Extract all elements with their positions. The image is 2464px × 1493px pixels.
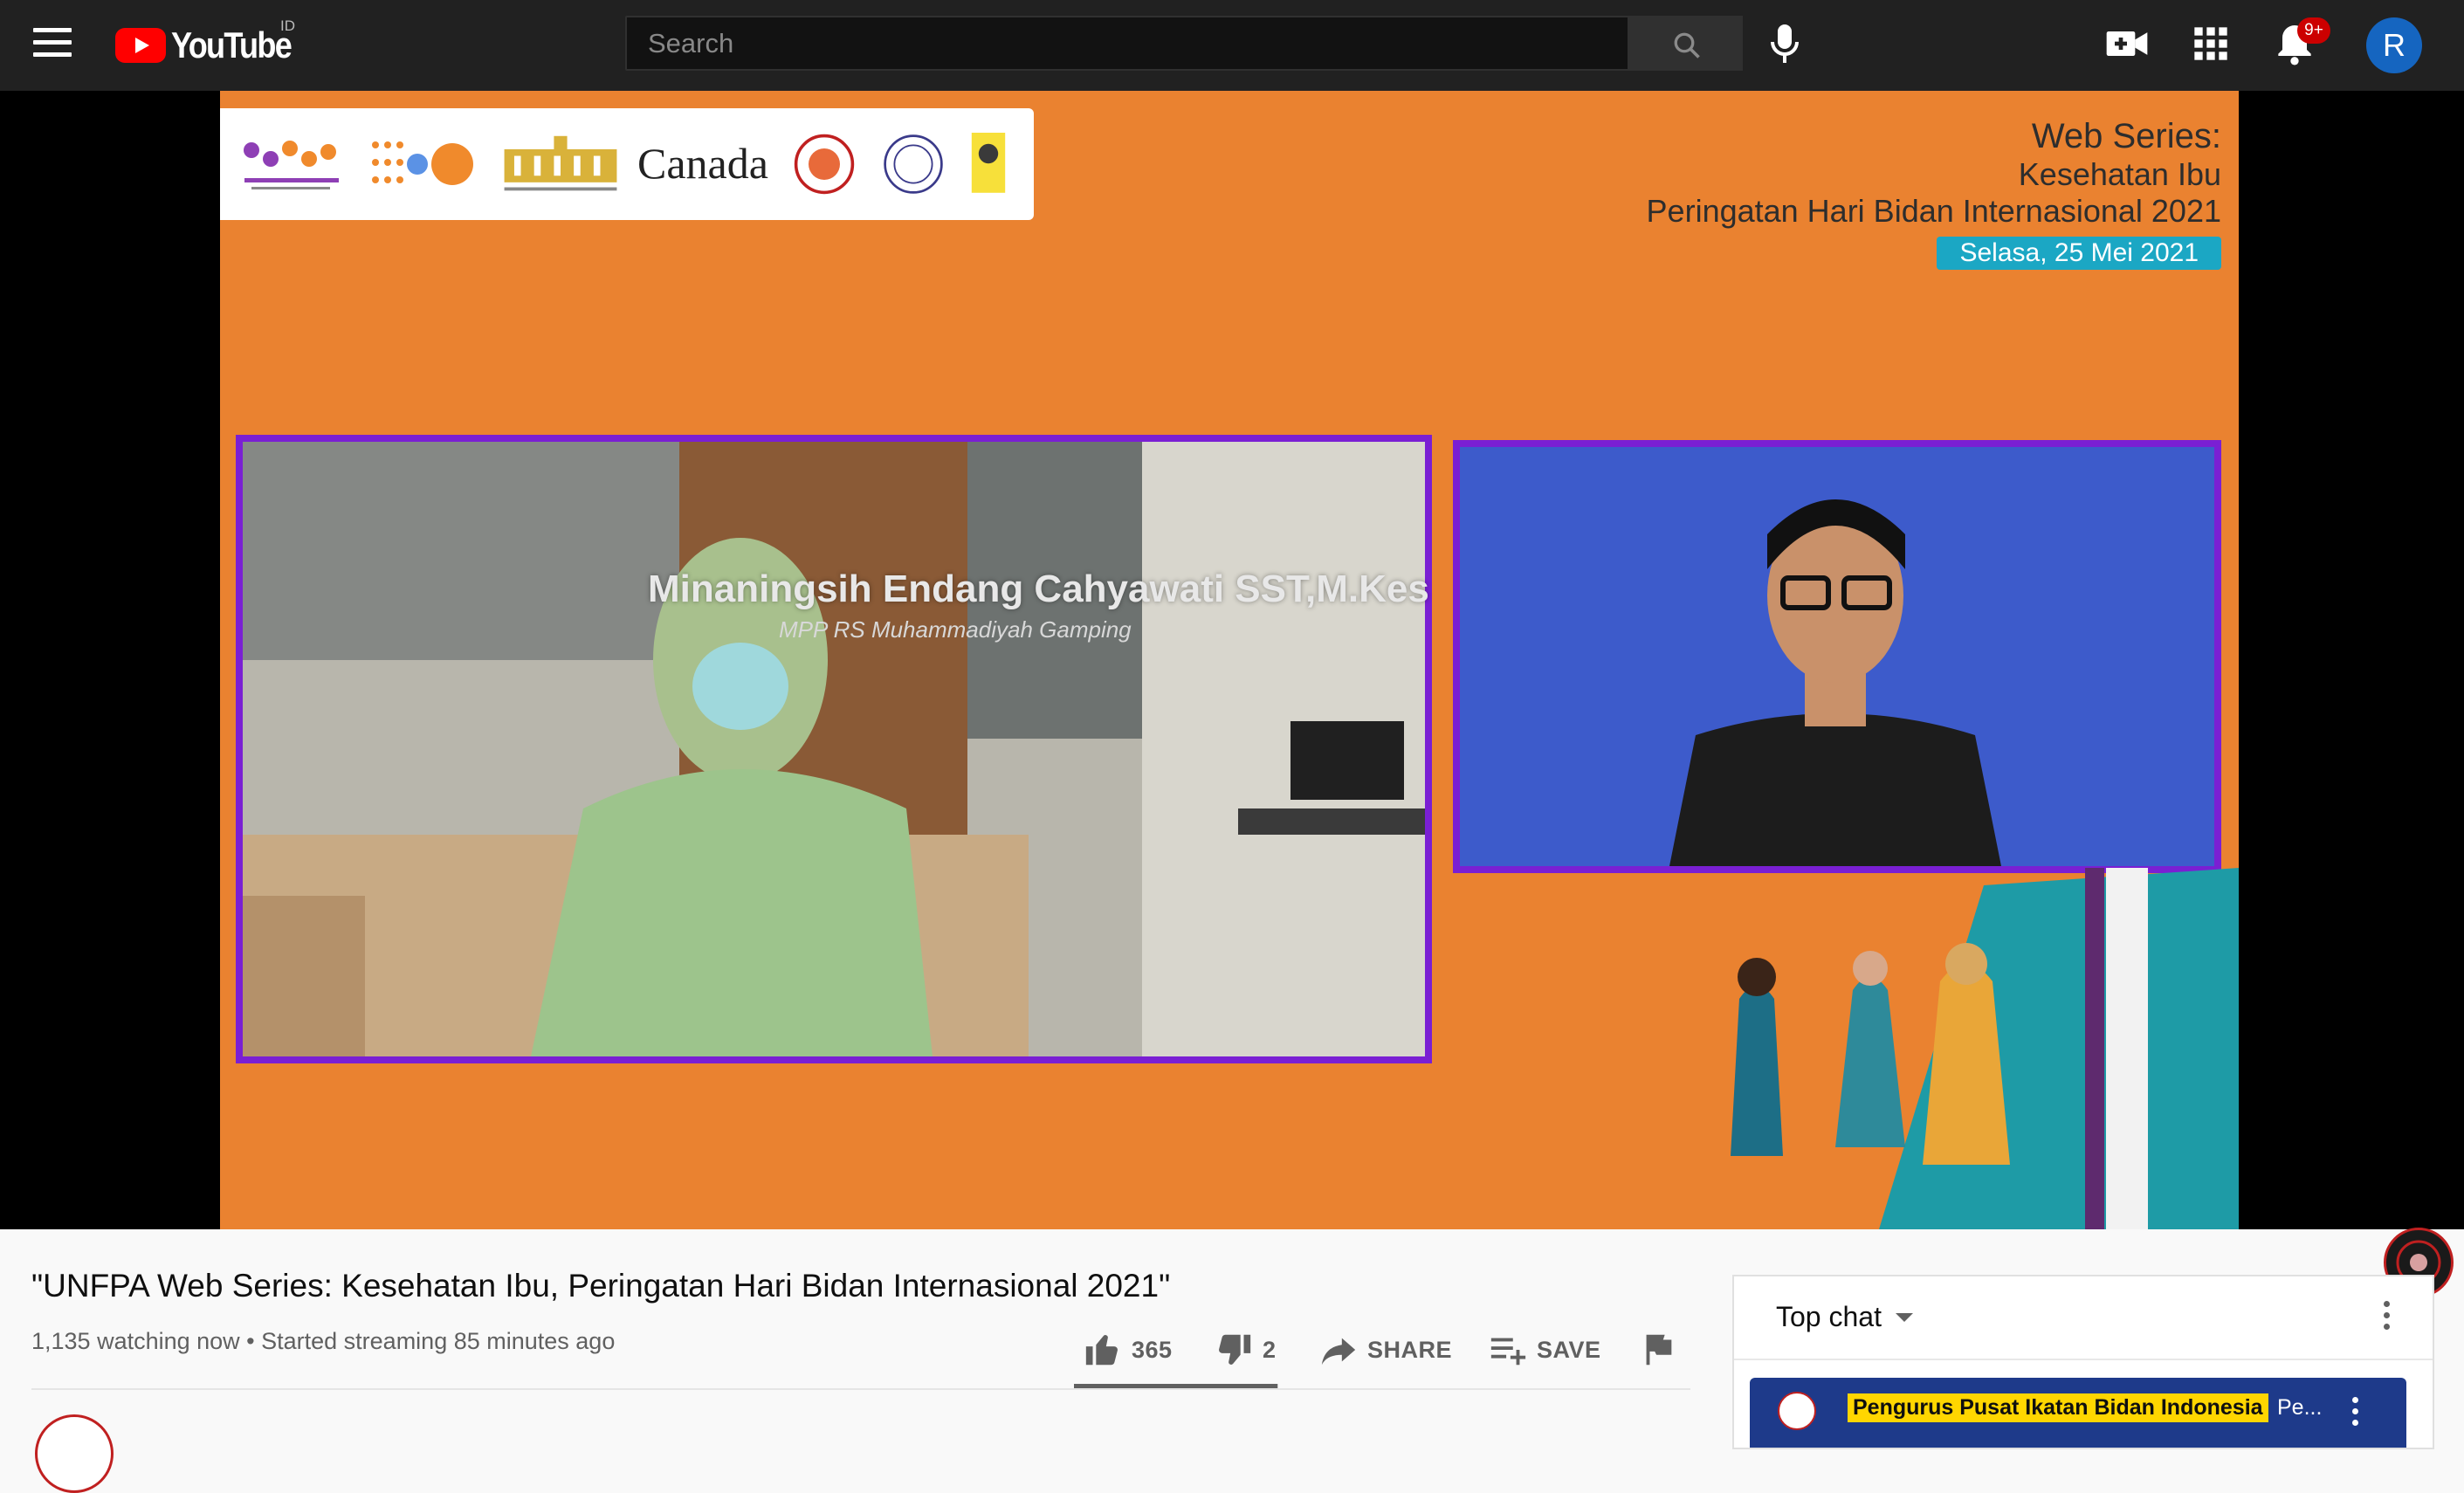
knowledge-hub-logo (244, 141, 339, 189)
apps-button[interactable] (2186, 19, 2235, 68)
thumbs-up-icon (1085, 1335, 1118, 1366)
youtube-play-icon (115, 28, 166, 63)
report-button[interactable] (1638, 1324, 1678, 1376)
video-title: "UNFPA Web Series: Kesehatan Ibu, Pering… (31, 1268, 1171, 1304)
playlist-add-icon (1490, 1338, 1526, 1366)
like-count: 365 (1132, 1336, 1173, 1363)
search-icon (1674, 32, 1700, 58)
series-event: Peringatan Hari Bidan Internasional 2021 (1646, 193, 2221, 229)
dislike-count: 2 (1263, 1336, 1277, 1363)
host-scene (1460, 447, 2214, 866)
speaker-name-caption: Minaningsih Endang Cahyawati SST,M.Kes (648, 568, 1429, 610)
chat-more-options-button[interactable] (2382, 1301, 2391, 1335)
channel-avatar[interactable] (35, 1414, 114, 1493)
logo-text: YouTube (171, 24, 293, 65)
info-divider (31, 1388, 1690, 1390)
host-video-right (1453, 440, 2221, 873)
pinned-message-text: Pe... (2277, 1395, 2323, 1420)
share-arrow-icon (1321, 1338, 1356, 1366)
canada-logo-text: Canada (637, 139, 768, 188)
more-vertical-icon (2383, 1301, 2390, 1307)
web-series-header: Web Series: Kesehatan Ibu Peringatan Har… (1647, 117, 2221, 270)
pinned-more-options-button[interactable] (2350, 1397, 2359, 1431)
speaker-role-caption: MPP RS Muhammadiyah Gamping (779, 616, 1132, 643)
save-label: SAVE (1537, 1336, 1601, 1363)
country-code: ID (280, 17, 295, 34)
midwives-illustration (1731, 868, 2239, 1229)
ibi-seal-logo (794, 134, 855, 195)
notification-count-badge: 9+ (2297, 17, 2330, 44)
speaker-room-scene (243, 442, 1425, 1056)
menu-icon (33, 28, 72, 32)
sponsor-logo-bar: Canada (220, 108, 1034, 220)
live-chat-panel: Top chat Pengurus Pusat Ikatan Bidan Ind… (1732, 1275, 2434, 1449)
share-label: SHARE (1367, 1336, 1453, 1363)
pinned-message-banner[interactable]: Pengurus Pusat Ikatan Bidan Indonesia Pe… (1750, 1378, 2406, 1448)
presidential-staff-office-logo (504, 135, 617, 191)
speaker-video-left (236, 435, 1432, 1063)
thumbs-down-icon (1219, 1334, 1251, 1365)
account-avatar[interactable]: R (2366, 17, 2422, 73)
video-camera-add-icon (2106, 31, 2148, 56)
more-vertical-icon (2351, 1397, 2358, 1403)
dislike-button[interactable]: 2 (1214, 1324, 1277, 1376)
chat-mode-label: Top chat (1776, 1301, 1882, 1332)
academy-seal-logo (884, 134, 943, 194)
pinned-author-name[interactable]: Pengurus Pusat Ikatan Bidan Indonesia (1848, 1393, 2268, 1422)
unfpa-logo (372, 141, 473, 185)
video-player: Canada Web Series: Kesehatan Ibu Peringa… (0, 91, 2464, 1297)
chat-header: Top chat (1734, 1276, 2433, 1360)
guide-menu-button[interactable] (33, 28, 72, 63)
chat-mode-dropdown[interactable]: Top chat (1776, 1301, 1913, 1333)
masthead: YouTube ID Search 9+ R (0, 0, 2464, 91)
university-logo (971, 133, 1006, 193)
series-title: Web Series: (2031, 117, 2221, 155)
apps-grid-icon (2194, 27, 2227, 60)
video-frame[interactable]: Canada Web Series: Kesehatan Ibu Peringa… (220, 91, 2239, 1229)
microphone-icon (1771, 24, 1799, 63)
caret-down-icon (1895, 1312, 1913, 1322)
flag-icon (1646, 1334, 1672, 1366)
share-button[interactable]: SHARE (1318, 1324, 1452, 1376)
search-button[interactable] (1629, 16, 1743, 71)
voice-search-button[interactable] (1764, 19, 1806, 68)
like-button[interactable]: 365 (1083, 1324, 1173, 1376)
pinned-author-avatar (1778, 1392, 1816, 1430)
series-topic: Kesehatan Ibu (2018, 156, 2221, 192)
video-meta-info: 1,135 watching now • Started streaming 8… (31, 1328, 616, 1354)
save-button[interactable]: SAVE (1488, 1324, 1601, 1376)
series-date-badge: Selasa, 25 Mei 2021 (1937, 237, 2221, 270)
create-video-button[interactable] (2103, 19, 2151, 68)
search-input[interactable] (625, 16, 1629, 71)
